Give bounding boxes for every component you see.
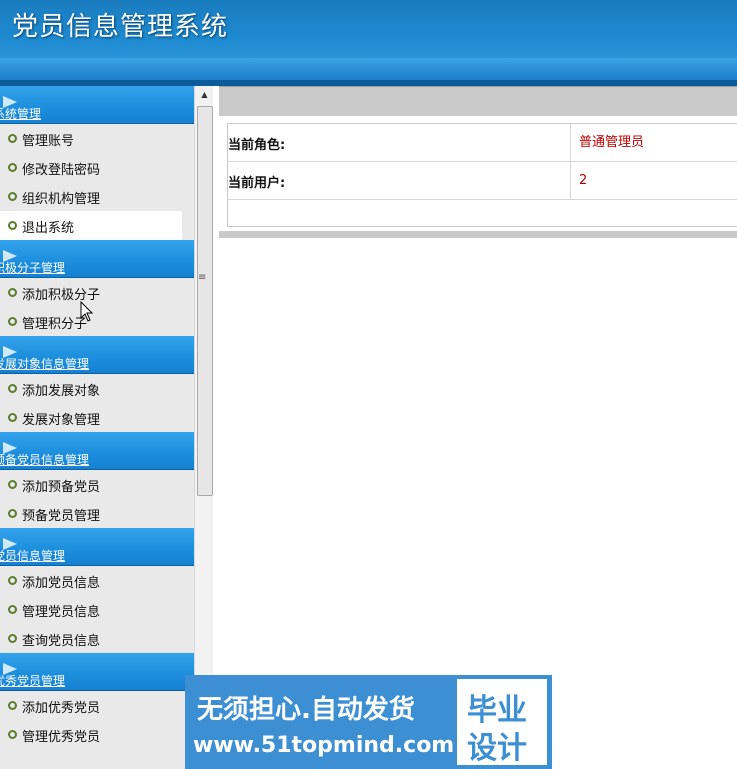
bullet-icon: [8, 384, 17, 393]
header-band: [0, 58, 737, 80]
menu-group-title: 系统管理: [0, 107, 42, 121]
menu-item-manage-probationary[interactable]: 预备党员管理: [0, 499, 194, 528]
menu-group-title: 积极分子管理: [0, 261, 66, 275]
menu-item-add-development[interactable]: 添加发展对象: [0, 374, 194, 403]
bullet-icon: [8, 634, 17, 643]
main-content: 当前角色: 普通管理员 当前用户: 2: [219, 86, 737, 238]
watermark-badge: 毕业 设计: [457, 679, 547, 766]
sidebar-scrollbar[interactable]: ▲ ≡: [194, 86, 213, 769]
menu-item-manage-development[interactable]: 发展对象管理: [0, 403, 194, 432]
menu-group-development[interactable]: 发展对象信息管理: [0, 336, 194, 374]
menu-item-manage-account[interactable]: 管理账号: [0, 124, 194, 153]
bullet-icon: [8, 701, 17, 710]
scroll-grip-icon: ≡: [198, 272, 207, 283]
menu-item-add-member[interactable]: 添加党员信息: [0, 566, 194, 595]
bullet-icon: [8, 480, 17, 489]
bullet-icon: [8, 163, 17, 172]
sidebar: 系统管理 管理账号 修改登陆密码 组织机构管理 退出系统 积极分子管理 添加积极…: [0, 86, 213, 769]
menu-item-manage-excellent[interactable]: 管理优秀党员: [0, 720, 194, 749]
menu-item-logout[interactable]: 退出系统: [0, 211, 182, 240]
watermark-banner: 无须担心.自动发货 www.51topmind.com 毕业 设计: [185, 675, 552, 769]
menu-item-add-probationary[interactable]: 添加预备党员: [0, 470, 194, 499]
role-label: 当前角色:: [228, 138, 286, 153]
role-value: 普通管理员: [570, 124, 644, 161]
watermark-text: 无须担心.自动发货: [197, 695, 415, 725]
bullet-icon: [8, 413, 17, 422]
bullet-icon: [8, 730, 17, 739]
menu-group-title: 优秀党员管理: [0, 674, 66, 688]
menu-item-org-management[interactable]: 组织机构管理: [0, 182, 194, 211]
mouse-cursor-icon: [80, 301, 94, 322]
menu-group-activists[interactable]: 积极分子管理: [0, 240, 194, 278]
bullet-icon: [8, 192, 17, 201]
app-title: 党员信息管理系统: [12, 12, 229, 42]
menu-item-change-password[interactable]: 修改登陆密码: [0, 153, 194, 182]
bullet-icon: [8, 221, 17, 230]
table-row: [228, 200, 737, 226]
table-row: 当前角色: 普通管理员: [228, 124, 737, 162]
bullet-icon: [8, 288, 17, 297]
bullet-icon: [8, 134, 17, 143]
bullet-icon: [8, 317, 17, 326]
menu-group-title: 预备党员信息管理: [0, 453, 90, 467]
menu-item-manage-member[interactable]: 管理党员信息: [0, 595, 194, 624]
menu-item-add-activist[interactable]: 添加积极分子: [0, 278, 194, 307]
menu-group-title: 党员信息管理: [0, 549, 66, 563]
user-value: 2: [570, 162, 587, 199]
scrollbar-thumb[interactable]: [197, 106, 213, 496]
watermark-url: www.51topmind.com: [193, 733, 455, 758]
user-label: 当前用户:: [228, 176, 286, 191]
menu-group-title: 发展对象信息管理: [0, 357, 90, 371]
menu-group-probationary[interactable]: 预备党员信息管理: [0, 432, 194, 470]
scroll-up-arrow-icon[interactable]: ▲: [195, 86, 213, 104]
menu-group-members[interactable]: 党员信息管理: [0, 528, 194, 566]
user-info-table: 当前角色: 普通管理员 当前用户: 2: [227, 123, 737, 227]
menu-item-query-member[interactable]: 查询党员信息: [0, 624, 194, 653]
bullet-icon: [8, 576, 17, 585]
app-header: 党员信息管理系统: [0, 0, 737, 86]
sidebar-menu: 系统管理 管理账号 修改登陆密码 组织机构管理 退出系统 积极分子管理 添加积极…: [0, 86, 194, 749]
bullet-icon: [8, 605, 17, 614]
bullet-icon: [8, 509, 17, 518]
table-row: 当前用户: 2: [228, 162, 737, 200]
content-bottombar: [219, 231, 737, 238]
menu-item-manage-activist[interactable]: 管理积分子: [0, 307, 194, 336]
content-topbar: [219, 86, 737, 116]
menu-item-add-excellent[interactable]: 添加优秀党员: [0, 691, 194, 720]
menu-group-excellent[interactable]: 优秀党员管理: [0, 653, 194, 691]
menu-group-system[interactable]: 系统管理: [0, 86, 194, 124]
